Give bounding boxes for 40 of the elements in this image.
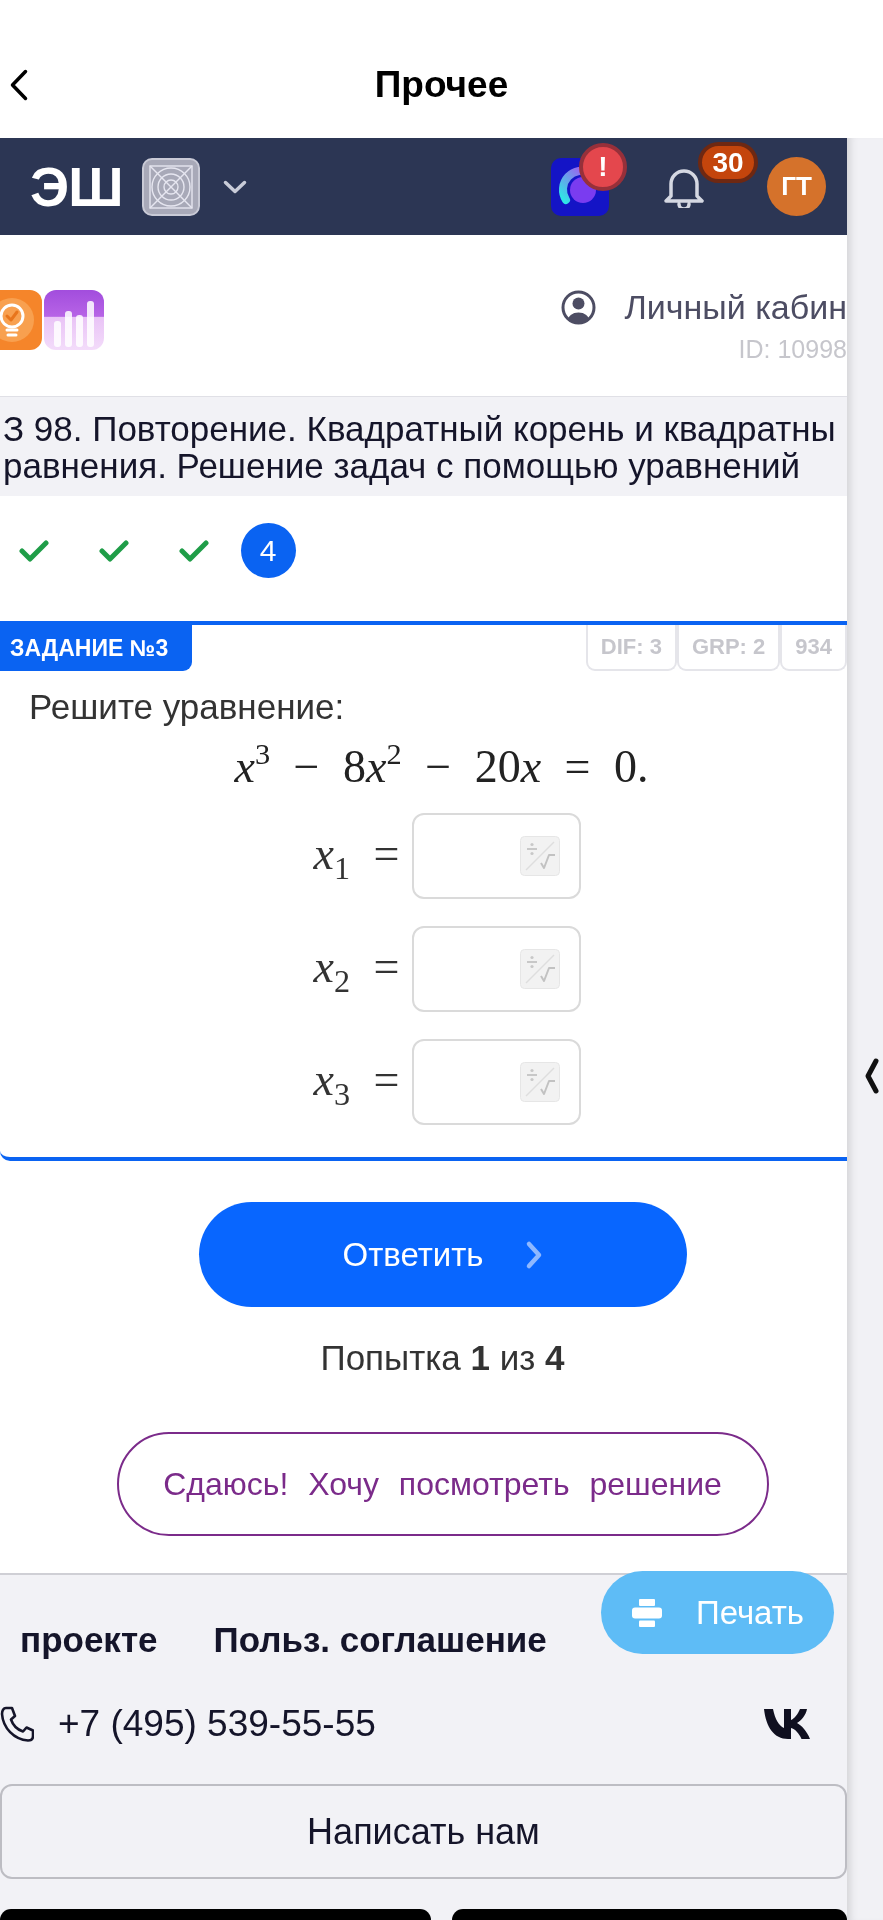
answer-field[interactable] bbox=[412, 926, 582, 1012]
brand-logo[interactable]: ЭШ bbox=[30, 156, 123, 217]
lesson-title-line: равнения. Решение задач с помощью уравнений bbox=[3, 447, 801, 484]
answer-label: x$_{3}$ = bbox=[313, 1054, 400, 1110]
equation-text: x$^{3}$ − 8x$^{2}$ − 20x = 0. bbox=[234, 741, 649, 794]
alert-badge: ! bbox=[579, 142, 627, 191]
user-id-text: ID: 10998 bbox=[738, 334, 847, 364]
task-number-badge: ЗАДАНИЕ №3 bbox=[0, 625, 193, 671]
chevron-right-icon bbox=[524, 1239, 543, 1270]
answer-label: x$_{1}$ = bbox=[313, 828, 400, 884]
footer-link[interactable]: Польз. соглашение bbox=[213, 1622, 547, 1658]
chevron-left-icon[interactable] bbox=[9, 68, 29, 102]
footer-link[interactable]: проекте bbox=[20, 1622, 158, 1658]
concentric-circles-icon[interactable] bbox=[142, 157, 201, 216]
submit-button[interactable]: Ответить bbox=[198, 1202, 687, 1307]
give-up-button[interactable]: Сдаюсь! Хочу посмотреть решение bbox=[116, 1432, 769, 1536]
answer-label: x$_{2}$ = bbox=[313, 941, 400, 997]
printer-icon bbox=[630, 1597, 663, 1628]
attempt-counter: Попытка 1 из 4 bbox=[320, 1339, 565, 1377]
check-icon[interactable] bbox=[19, 538, 49, 563]
lesson-title-line: З 98. Повторение. Квадратный корень и квадратны bbox=[3, 410, 836, 447]
check-icon[interactable] bbox=[179, 538, 209, 563]
notification-count-badge: 30 bbox=[698, 142, 758, 183]
task-prompt: Решите уравнение: bbox=[29, 689, 345, 725]
phone-icon bbox=[0, 1706, 34, 1742]
screen-title: Прочее bbox=[373, 63, 510, 107]
chevron-down-icon[interactable] bbox=[222, 178, 249, 195]
person-icon bbox=[560, 289, 596, 325]
answer-field[interactable] bbox=[412, 813, 582, 899]
contact-button[interactable]: Написать нам bbox=[0, 1784, 847, 1879]
step-number-button[interactable]: 4 bbox=[240, 523, 296, 578]
task-tag: DIF: 3 bbox=[585, 625, 677, 671]
bar-chart-app-icon[interactable] bbox=[44, 289, 104, 351]
task-tag: GRP: 2 bbox=[676, 625, 781, 671]
check-icon[interactable] bbox=[99, 538, 129, 563]
phone-number[interactable]: +7 (495) 539-55-55 bbox=[58, 1706, 376, 1742]
chevron-left-icon[interactable] bbox=[863, 1056, 881, 1096]
answer-field[interactable] bbox=[412, 1039, 582, 1125]
account-link[interactable]: Личный кабин bbox=[560, 289, 847, 325]
lightbulb-app-icon[interactable] bbox=[0, 289, 42, 351]
